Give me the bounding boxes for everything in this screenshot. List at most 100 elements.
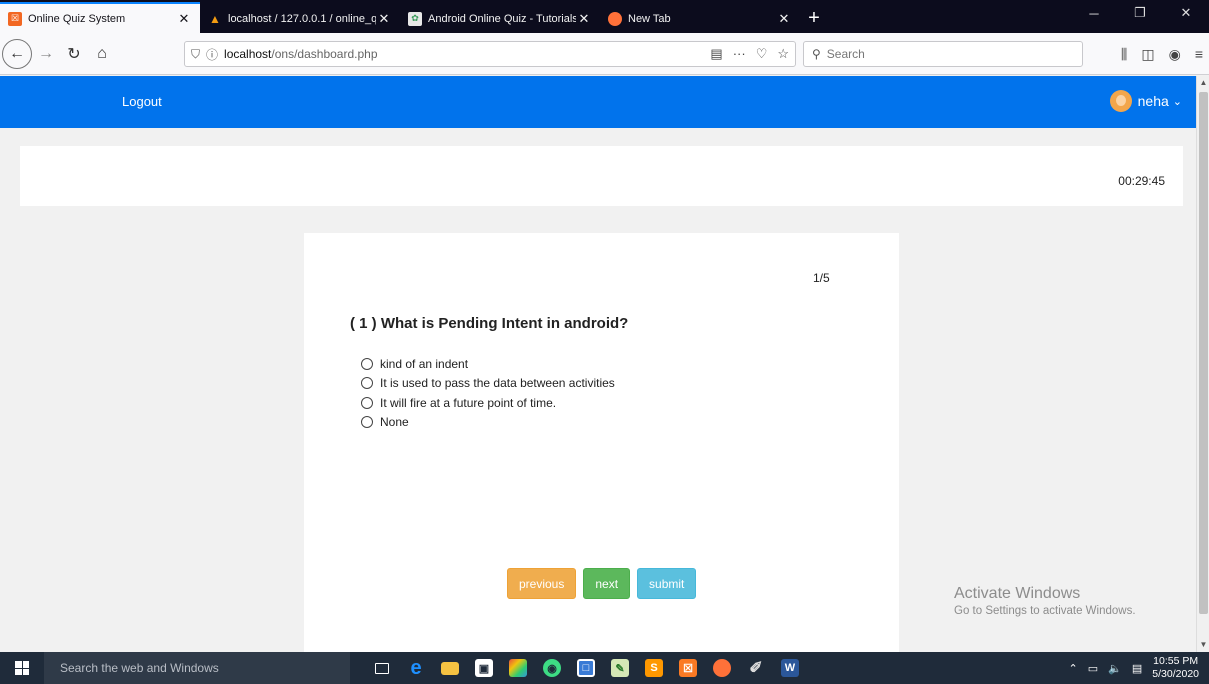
activate-windows-watermark: Activate Windows Go to Settings to activ… [954,585,1136,617]
timer-panel: 00:29:45 [20,146,1183,206]
radio-button[interactable] [361,396,373,409]
answer-option-label: None [380,415,409,430]
firefox-icon[interactable] [705,652,739,684]
file-explorer-icon[interactable] [433,652,467,684]
url-path: /ons/dashboard.php [271,47,378,61]
action-center-icon[interactable]: ▤ [1132,662,1142,675]
start-button[interactable] [0,652,44,684]
network-icon[interactable]: ▭ [1088,662,1098,675]
clock-time: 10:55 PM [1153,655,1199,667]
minimize-icon[interactable]: ─ [1071,0,1117,26]
reader-view-icon[interactable]: ▤ [710,46,722,62]
user-menu[interactable]: neha ⌄ [1109,90,1182,112]
xampp-icon[interactable]: ☒ [671,652,705,684]
restore-icon[interactable]: ❐ [1117,0,1163,26]
browser-toolbar-right: ⫼ ◫ ◉ ≡ [1121,41,1203,67]
word-icon[interactable]: W [773,652,807,684]
radio-button[interactable] [361,377,373,390]
close-tab-icon[interactable]: ✕ [776,11,792,27]
tracking-shield-icon[interactable]: ⛉ [191,47,200,62]
browser-tab-new-tab[interactable]: New Tab ✕ [600,4,800,33]
chevron-down-icon: ⌄ [1172,95,1182,108]
window-controls: ─ ❐ ✕ [1071,0,1209,26]
browser-search-field[interactable]: ⚲ Search [803,41,1083,67]
windows-taskbar: Search the web and Windows e ▣ ◉ □ ✎ S ☒… [0,652,1209,684]
taskbar-clock[interactable]: 10:55 PM 5/30/2020 [1152,655,1199,681]
windows-logo-icon [15,661,29,675]
tutorials-favicon-icon: ✿ [408,11,422,26]
next-button[interactable]: next [583,568,631,599]
close-tab-icon[interactable]: ✕ [576,11,592,27]
answer-option[interactable]: kind of an indent [361,354,615,374]
phpmyadmin-favicon-icon: ▲ [209,11,221,26]
radio-button[interactable] [361,357,373,370]
site-header: Logout neha ⌄ [0,76,1196,128]
username: neha [1137,93,1169,109]
radio-button[interactable] [361,416,373,429]
browser-tab-phpmyadmin[interactable]: ▲ localhost / 127.0.0.1 / online_q ✕ [200,4,400,33]
pocket-icon[interactable]: ♡ [756,46,768,62]
volume-icon[interactable]: 🔈 [1108,662,1122,675]
firefox-favicon-icon [608,11,622,26]
question-counter: 1/5 [813,271,830,285]
tray-chevron-up-icon[interactable]: ⌃ [1069,662,1078,675]
scroll-down-icon[interactable]: ▼ [1197,638,1209,652]
search-placeholder: Search [826,47,865,61]
browser-nav-bar: ← → ↻ ⌂ ⛉ ⓘ localhost/ons/dashboard.php … [0,33,1209,75]
paint-icon[interactable]: ✐ [739,652,773,684]
logout-link[interactable]: Logout [122,94,162,109]
tab-title: New Tab [628,12,671,25]
taskbar-apps: e ▣ ◉ □ ✎ S ☒ ✐ W [365,652,807,684]
system-tray: ⌃ ▭ 🔈 ▤ 10:55 PM 5/30/2020 [1069,652,1199,684]
scroll-up-icon[interactable]: ▲ [1197,76,1209,90]
watermark-title: Activate Windows [954,585,1081,602]
address-bar[interactable]: ⛉ ⓘ localhost/ons/dashboard.php ▤ ··· ♡ … [184,41,796,67]
previous-button[interactable]: previous [507,568,577,599]
back-button[interactable]: ← [2,38,32,69]
close-tab-icon[interactable]: ✕ [376,11,392,27]
answer-option[interactable]: None [361,413,615,433]
answer-option[interactable]: It will fire at a future point of time. [361,393,615,413]
web-page: Logout neha ⌄ 00:29:45 1/5 ( 1 ) What is… [0,76,1196,652]
tab-title: Online Quiz System [28,12,126,25]
bookmark-star-icon[interactable]: ☆ [777,46,789,62]
submit-button[interactable]: submit [637,568,697,599]
answer-options: kind of an indent It is used to pass the… [361,354,615,432]
sublime-text-icon[interactable]: S [637,652,671,684]
task-view-icon[interactable] [365,652,399,684]
colorful-app-icon[interactable] [501,652,535,684]
new-tab-button[interactable]: + [800,4,828,33]
account-icon[interactable]: ◉ [1169,46,1181,63]
browser-tab-online-quiz[interactable]: ☒ Online Quiz System ✕ [0,2,200,33]
browser-tab-tutorials[interactable]: ✿ Android Online Quiz - Tutorials ✕ [400,4,600,33]
home-button[interactable]: ⌂ [88,40,116,68]
countdown-timer: 00:29:45 [1118,174,1165,188]
menu-icon[interactable]: ≡ [1195,46,1203,62]
library-icon[interactable]: ⫼ [1121,46,1127,63]
answer-option-label: kind of an indent [380,356,469,371]
close-tab-icon[interactable]: ✕ [176,11,192,27]
quiz-favicon-icon: ☒ [8,11,22,26]
tab-title: localhost / 127.0.0.1 / online_q [228,12,376,25]
android-studio-icon[interactable]: ◉ [535,652,569,684]
notepad-icon[interactable]: ✎ [603,652,637,684]
avatar [1109,90,1132,112]
answer-option-label: It will fire at a future point of time. [380,395,557,410]
taskbar-search-placeholder: Search the web and Windows [60,661,219,675]
scrollbar-thumb[interactable] [1199,92,1208,614]
app-square-icon[interactable]: □ [569,652,603,684]
close-window-icon[interactable]: ✕ [1163,0,1209,26]
store-icon[interactable]: ▣ [467,652,501,684]
page-scrollbar[interactable]: ▲ ▼ [1196,76,1209,652]
clock-date: 5/30/2020 [1152,668,1199,680]
page-actions-icon[interactable]: ··· [733,46,746,62]
reload-button[interactable]: ↻ [60,40,88,68]
sidebar-icon[interactable]: ◫ [1141,46,1154,63]
taskbar-search[interactable]: Search the web and Windows [44,652,350,684]
forward-button[interactable]: → [32,40,60,68]
watermark-subtitle: Go to Settings to activate Windows. [954,605,1136,617]
quiz-navigation: previous next submit [507,568,697,599]
edge-icon[interactable]: e [399,652,433,684]
answer-option[interactable]: It is used to pass the data between acti… [361,374,615,394]
site-info-icon[interactable]: ⓘ [206,46,218,63]
